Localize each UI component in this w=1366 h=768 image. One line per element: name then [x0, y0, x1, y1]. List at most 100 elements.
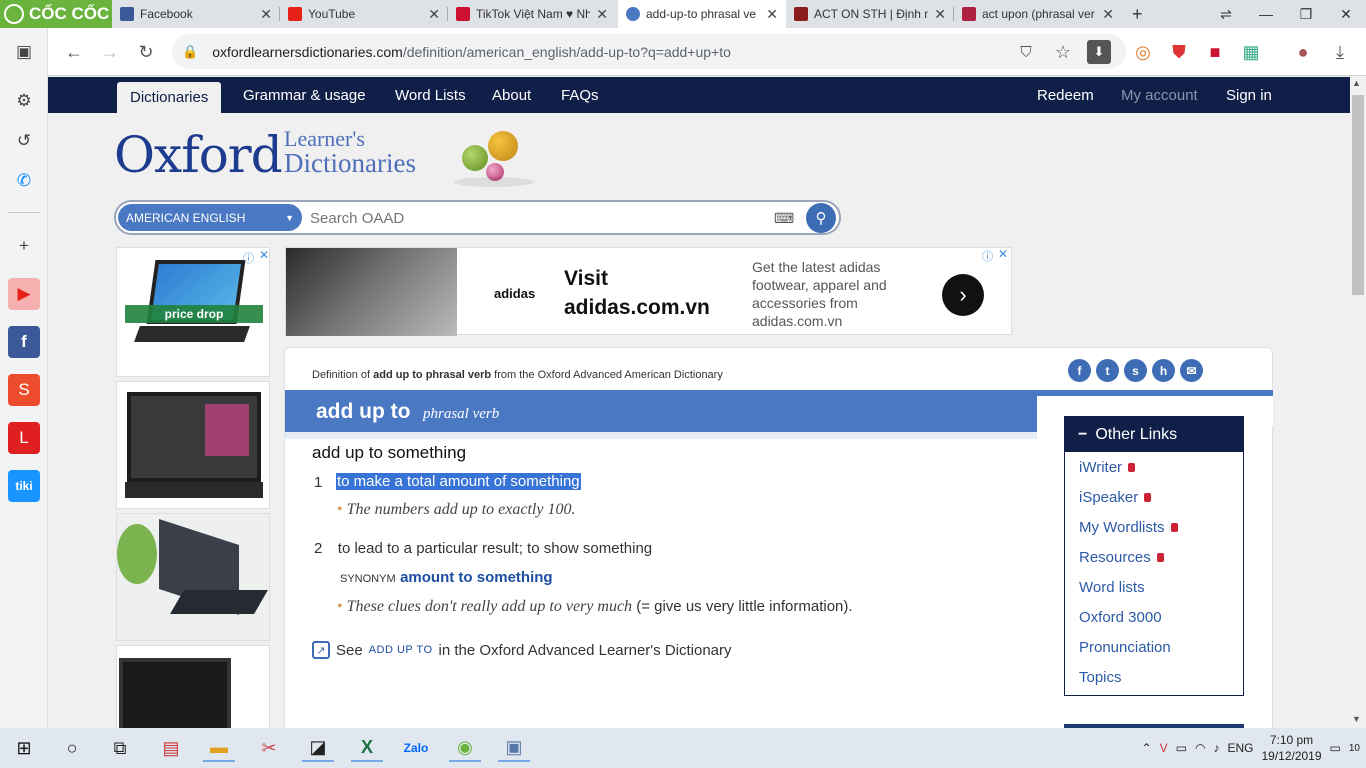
bookmark-star-icon[interactable]: ☆ — [1051, 40, 1075, 64]
add-icon[interactable]: + — [8, 230, 40, 262]
nav-word-lists[interactable]: Word Lists — [395, 77, 466, 113]
nav-sign-in[interactable]: Sign in — [1226, 77, 1272, 113]
ad-laptop-3[interactable] — [116, 513, 270, 641]
adchoices-icon[interactable]: ⓘ — [243, 250, 254, 266]
tab-act-upon[interactable]: act upon (phrasal ver ✕ — [954, 0, 1122, 28]
nav-faqs[interactable]: FAQs — [561, 77, 599, 113]
see-also-link[interactable]: ADD UP TO — [369, 644, 433, 656]
app-snip-icon[interactable]: ✂ — [253, 734, 285, 762]
battery-icon[interactable]: ▭ — [1176, 741, 1187, 755]
synonym-link[interactable]: amount to something — [400, 569, 553, 586]
messenger-icon[interactable]: ✆ — [8, 165, 40, 197]
app-black-icon[interactable]: ◪ — [302, 734, 334, 762]
app-red-icon[interactable]: ▤ — [155, 734, 187, 762]
tiki-app-icon[interactable]: tiki — [8, 470, 40, 502]
profile-avatar[interactable]: ● — [1291, 40, 1315, 64]
close-icon[interactable]: ✕ — [1102, 6, 1114, 23]
link-oxford-3000[interactable]: Oxford 3000 — [1079, 609, 1162, 626]
close-icon[interactable]: ✕ — [260, 6, 272, 23]
search-input[interactable] — [310, 205, 760, 231]
ad-laptop-1[interactable]: price drop ⓘ ✕ — [116, 247, 270, 377]
back-arrow-icon[interactable]: ← — [62, 40, 86, 64]
keyboard-icon[interactable]: ⌨ — [774, 210, 794, 227]
link-pronunciation[interactable]: Pronunciation — [1079, 639, 1171, 656]
shopee-app-icon[interactable]: S — [8, 374, 40, 406]
wifi-icon[interactable]: ◠ — [1195, 741, 1205, 755]
ad-close-icon[interactable]: ✕ — [998, 247, 1008, 261]
learners-dictionaries-logo[interactable]: Learner's Dictionaries — [284, 127, 416, 177]
oxford-logo[interactable]: Oxford — [114, 126, 283, 184]
nav-redeem[interactable]: Redeem — [1037, 77, 1094, 113]
forward-arrow-icon[interactable]: → — [98, 40, 122, 64]
hi5-share-icon[interactable]: h — [1152, 359, 1175, 382]
link-my-wordlists[interactable]: My Wordlists — [1079, 519, 1178, 536]
ad-close-icon[interactable]: ✕ — [259, 248, 269, 262]
ad-laptop-2[interactable] — [116, 381, 270, 509]
adchoices-icon[interactable]: ⓘ — [982, 248, 993, 264]
nav-about[interactable]: About — [492, 77, 531, 113]
facebook-share-icon[interactable]: f — [1068, 359, 1091, 382]
close-icon[interactable]: ✕ — [596, 6, 608, 23]
search-button[interactable]: ⚲ — [806, 203, 836, 233]
scroll-up-icon[interactable]: ▲ — [1352, 78, 1361, 88]
close-icon[interactable]: ✕ — [934, 6, 946, 23]
clock[interactable]: 7:10 pm 19/12/2019 — [1261, 732, 1321, 764]
dictionary-select[interactable]: AMERICAN ENGLISH ▼ — [118, 204, 302, 231]
extension-shield-icon[interactable]: ⛊ — [1167, 40, 1191, 64]
link-ispeaker[interactable]: iSpeaker — [1079, 489, 1152, 506]
language-indicator[interactable]: ENG — [1227, 741, 1253, 755]
excel-icon[interactable]: X — [351, 734, 383, 762]
file-explorer-icon[interactable]: ▬ — [203, 734, 235, 762]
tab-oxford-active[interactable]: add-up-to phrasal ve ✕ — [618, 0, 786, 28]
sidebar-toggle-icon[interactable]: ▣ — [8, 36, 40, 68]
adidas-banner-ad[interactable]: adidas Visit adidas.com.vn Get the lates… — [285, 247, 1012, 336]
scroll-down-icon[interactable]: ▼ — [1352, 714, 1361, 724]
tab-search-icon[interactable]: ⇌ — [1206, 6, 1246, 23]
other-links-header[interactable]: − Other Links — [1065, 417, 1243, 452]
facebook-app-icon[interactable]: f — [8, 326, 40, 358]
link-word-lists[interactable]: Word lists — [1079, 579, 1145, 596]
close-icon[interactable]: ✕ — [766, 6, 778, 23]
shield-icon[interactable]: ⛉ — [1014, 40, 1038, 64]
coccoc-taskbar-icon[interactable]: ◉ — [449, 734, 481, 762]
minimize-icon[interactable]: — — [1246, 6, 1286, 22]
link-iwriter[interactable]: iWriter — [1079, 459, 1136, 476]
stumbleupon-share-icon[interactable]: s — [1124, 359, 1147, 382]
notifications-icon[interactable]: ▭ — [1330, 741, 1341, 755]
youtube-app-icon[interactable]: ▶ — [8, 278, 40, 310]
download-icon[interactable]: ⬇ — [1087, 40, 1111, 64]
link-topics[interactable]: Topics — [1079, 669, 1122, 686]
tray-unikey-icon[interactable]: V — [1160, 741, 1168, 755]
nav-grammar-usage[interactable]: Grammar & usage — [243, 77, 366, 113]
nav-my-account[interactable]: My account — [1121, 77, 1198, 113]
reload-icon[interactable]: ↻ — [134, 40, 158, 64]
link-resources[interactable]: Resources — [1079, 549, 1164, 566]
tray-chevron-up-icon[interactable]: ⌃ — [1142, 741, 1152, 755]
volume-icon[interactable]: ♪ — [1213, 741, 1219, 755]
extension-red-icon[interactable]: ■ — [1203, 40, 1227, 64]
ad-laptop-4[interactable] — [116, 645, 270, 728]
app-image-icon[interactable]: ▣ — [498, 734, 530, 762]
tab-act-on[interactable]: ACT ON STH | Định n ✕ — [786, 0, 954, 28]
tab-facebook[interactable]: Facebook ✕ — [112, 0, 280, 28]
lazada-app-icon[interactable]: L — [8, 422, 40, 454]
download-arrow-icon[interactable]: ⤓ — [1328, 40, 1352, 64]
windows-start-icon[interactable]: ⊞ — [8, 734, 40, 762]
nav-dictionaries[interactable]: Dictionaries — [117, 82, 222, 113]
coccoc-brand[interactable]: CỐC CỐC — [0, 0, 112, 28]
tab-youtube[interactable]: YouTube ✕ — [280, 0, 448, 28]
close-icon[interactable]: ✕ — [428, 6, 440, 23]
close-window-icon[interactable]: ✕ — [1326, 6, 1366, 23]
scrollbar-thumb[interactable] — [1352, 95, 1364, 295]
zalo-icon[interactable]: Zalo — [400, 734, 432, 762]
extension-coccoc-icon[interactable]: ◎ — [1131, 40, 1155, 64]
tab-tiktok[interactable]: TikTok Việt Nam ♥ Nh ✕ — [448, 0, 616, 28]
address-bar[interactable]: 🔒 oxfordlearnersdictionaries.com/definit… — [172, 34, 1126, 69]
settings-gear-icon[interactable]: ⚙ — [8, 85, 40, 117]
banner-next-button[interactable]: › — [942, 274, 984, 316]
email-share-icon[interactable]: ✉ — [1180, 359, 1203, 382]
cortana-search-icon[interactable]: ○ — [56, 734, 88, 762]
extension-grid-icon[interactable]: ▦ — [1239, 40, 1263, 64]
task-view-icon[interactable]: ⧉ — [104, 734, 136, 762]
twitter-share-icon[interactable]: t — [1096, 359, 1119, 382]
